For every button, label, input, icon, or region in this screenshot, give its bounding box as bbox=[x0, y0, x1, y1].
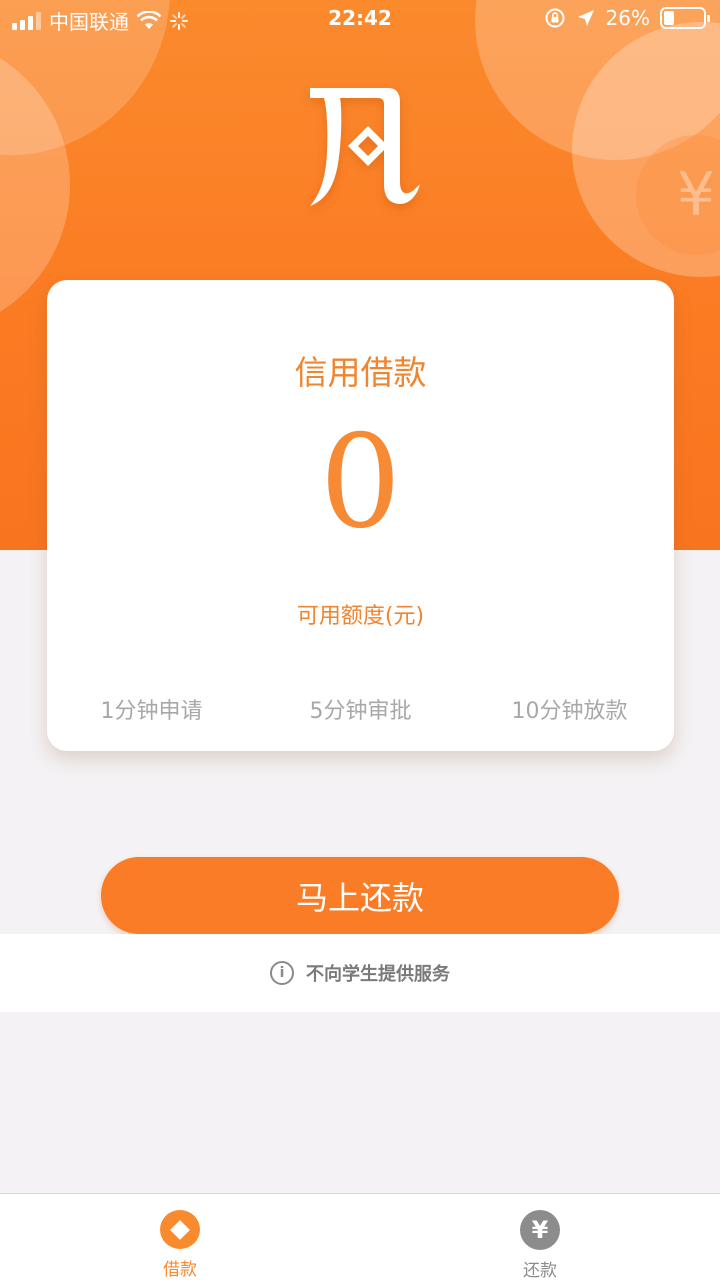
amount-label: 可用额度(元) bbox=[296, 604, 425, 629]
tab-borrow[interactable]: 借款 bbox=[0, 1194, 360, 1280]
diamond-coin-icon bbox=[160, 1210, 200, 1249]
info-icon: i bbox=[270, 961, 294, 985]
step-approve: 5分钟审批 bbox=[309, 699, 412, 724]
available-amount: 0 bbox=[319, 408, 402, 557]
tab-repay[interactable]: ¥ 还款 bbox=[360, 1194, 720, 1280]
step-disburse: 10分钟放款 bbox=[511, 699, 628, 724]
battery-icon bbox=[660, 7, 710, 29]
battery-percent: 26% bbox=[605, 6, 650, 30]
rotation-lock-icon bbox=[545, 8, 565, 28]
status-bar: 中国联通 22:42 26% bbox=[0, 0, 720, 38]
location-arrow-icon bbox=[577, 10, 594, 26]
app-screen: ¥ 中国联通 22:42 26% 信用借款 0 可用额度(元) 1分钟申请 5分… bbox=[0, 0, 720, 1280]
repay-now-button[interactable]: 马上还款 bbox=[101, 857, 619, 934]
bottom-tab-bar: 借款 ¥ 还款 bbox=[0, 1193, 720, 1280]
card-title: 信用借款 bbox=[294, 353, 427, 392]
tab-repay-label: 还款 bbox=[523, 1261, 557, 1280]
app-logo-icon bbox=[310, 88, 420, 206]
student-notice: i 不向学生提供服务 bbox=[0, 934, 720, 1012]
notice-text: 不向学生提供服务 bbox=[306, 964, 450, 985]
process-steps: 1分钟申请 5分钟审批 10分钟放款 bbox=[47, 693, 674, 725]
step-apply: 1分钟申请 bbox=[100, 699, 203, 724]
credit-loan-card: 信用借款 0 可用额度(元) 1分钟申请 5分钟审批 10分钟放款 bbox=[47, 280, 674, 751]
tab-borrow-label: 借款 bbox=[163, 1260, 197, 1280]
yen-icon: ¥ bbox=[520, 1210, 560, 1250]
